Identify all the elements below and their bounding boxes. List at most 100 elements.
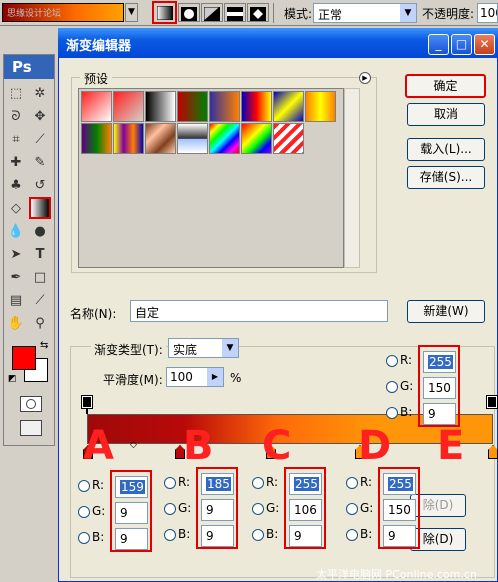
screen-mode-icon[interactable]: [20, 420, 42, 436]
angle-gradient-button[interactable]: [201, 3, 223, 22]
preset-swatch-yellow-violet-orange-blue[interactable]: [113, 123, 144, 154]
rgb-input-g-b[interactable]: 9: [201, 499, 234, 521]
gradient-tool-icon[interactable]: [29, 197, 51, 219]
rgb-input-r-b[interactable]: 185: [201, 473, 234, 495]
rgb-input-g-c[interactable]: 106: [289, 499, 322, 521]
eraser-tool-icon[interactable]: ◇: [5, 197, 27, 219]
healing-brush-tool-icon[interactable]: ✚: [5, 151, 27, 173]
radio-b-b[interactable]: [164, 529, 176, 541]
history-brush-tool-icon[interactable]: ↺: [29, 174, 51, 196]
radio-g-c[interactable]: [252, 503, 264, 515]
opacity-stop-marker-end[interactable]: [486, 395, 498, 409]
radio-r-d[interactable]: [346, 477, 358, 489]
radio-g-a[interactable]: [78, 506, 90, 518]
rgb-input-b-a[interactable]: 9: [115, 528, 148, 550]
chevron-down-icon: ▼: [128, 7, 135, 17]
preset-swatch-black-white[interactable]: [145, 91, 176, 122]
preset-swatch-violet-orange[interactable]: [209, 91, 240, 122]
rgb-input-b-e[interactable]: 9: [423, 403, 456, 425]
rgb-input-b-d[interactable]: 9: [383, 525, 416, 547]
default-colors-icon[interactable]: ◩: [8, 374, 17, 384]
shape-tool-icon[interactable]: □: [29, 266, 51, 288]
swap-colors-icon[interactable]: ⇆: [40, 340, 48, 351]
preset-swatch-transparent-stripes[interactable]: [273, 123, 304, 154]
mode-select[interactable]: 正常 ▼: [313, 3, 417, 23]
radio-b-d[interactable]: [346, 529, 358, 541]
hand-tool-icon[interactable]: ✋: [5, 312, 27, 334]
reflected-gradient-button[interactable]: [224, 3, 246, 22]
rgb-input-g-d[interactable]: 150: [383, 499, 416, 521]
type-tool-icon[interactable]: T: [29, 243, 51, 265]
eyedropper-tool-icon[interactable]: ⟋: [29, 128, 51, 150]
midpoint-diamond-icon[interactable]: ◇: [130, 440, 137, 450]
smoothness-input[interactable]: 100 ▶: [166, 367, 224, 387]
rgb-input-r-d[interactable]: 255: [383, 473, 416, 495]
rgb-input-g-a[interactable]: 9: [115, 502, 148, 524]
path-selection-tool-icon[interactable]: ➤: [5, 243, 27, 265]
radio-r-e[interactable]: [386, 355, 398, 367]
rgb-input-r-c[interactable]: 255: [289, 473, 322, 495]
gradient-preview-picker[interactable]: 思缘设计论坛: [2, 3, 124, 22]
magic-wand-tool-icon[interactable]: ✲: [29, 82, 51, 104]
stamp-tool-icon[interactable]: ♣: [5, 174, 27, 196]
pen-tool-icon[interactable]: ✒: [5, 266, 27, 288]
presets-menu-icon[interactable]: ▶: [359, 72, 371, 84]
load-button[interactable]: 载入(L)...: [407, 138, 485, 161]
preset-swatch-chrome[interactable]: [177, 123, 208, 154]
maximize-icon[interactable]: □: [451, 34, 472, 55]
preset-swatch-orange-yellow-orange[interactable]: [305, 91, 336, 122]
close-icon[interactable]: ✕: [474, 34, 495, 55]
radial-gradient-icon: [181, 7, 197, 21]
opacity-stop-marker[interactable]: [81, 395, 93, 409]
gradient-type-select[interactable]: 实底 ▼: [168, 338, 239, 358]
preset-swatch-spectrum[interactable]: [209, 123, 240, 154]
radial-gradient-button[interactable]: [178, 3, 200, 22]
cancel-button[interactable]: 取消: [407, 103, 485, 126]
radio-r-b[interactable]: [164, 477, 176, 489]
preset-swatch-blue-yellow-blue[interactable]: [273, 91, 304, 122]
ok-button[interactable]: 确定: [405, 74, 486, 98]
radio-b-e[interactable]: [386, 407, 398, 419]
linear-gradient-icon: [156, 6, 173, 20]
preset-swatch-transparent-rainbow[interactable]: [241, 123, 272, 154]
crop-tool-icon[interactable]: ⌗: [5, 128, 27, 150]
blur-tool-icon[interactable]: 💧: [5, 220, 27, 242]
name-input[interactable]: 自定: [130, 300, 388, 322]
marquee-tool-icon[interactable]: ⬚: [5, 82, 27, 104]
radio-g-d[interactable]: [346, 503, 358, 515]
save-button[interactable]: 存储(S)...: [407, 166, 485, 189]
radio-r-a[interactable]: [78, 480, 90, 492]
rgb-input-g-e[interactable]: 150: [423, 377, 456, 399]
radio-g-e[interactable]: [386, 381, 398, 393]
preset-swatch-red-green[interactable]: [177, 91, 208, 122]
quick-mask-icon[interactable]: [20, 396, 42, 412]
lasso-tool-icon[interactable]: ᘐ: [5, 105, 27, 127]
diamond-gradient-button[interactable]: [247, 3, 269, 22]
opacity-field[interactable]: 100: [477, 3, 498, 23]
preset-swatch-fg-to-transparent[interactable]: [113, 91, 144, 122]
preset-swatch-fg-to-bg[interactable]: [81, 91, 112, 122]
preset-swatch-violet-green-orange[interactable]: [81, 123, 112, 154]
preset-swatch-copper[interactable]: [145, 123, 176, 154]
rgb-input-b-b[interactable]: 9: [201, 525, 234, 547]
dodge-tool-icon[interactable]: ●: [29, 220, 51, 242]
linear-gradient-button[interactable]: [152, 1, 177, 24]
radio-b-a[interactable]: [78, 532, 90, 544]
radio-r-c[interactable]: [252, 477, 264, 489]
minimize-icon[interactable]: _: [428, 34, 449, 55]
brush-tool-icon[interactable]: ✎: [29, 151, 51, 173]
notes-tool-icon[interactable]: ▤: [5, 289, 27, 311]
foreground-color-swatch-front[interactable]: [12, 346, 36, 370]
presets-scrollbar[interactable]: [344, 88, 360, 268]
rgb-input-b-c[interactable]: 9: [289, 525, 322, 547]
eyedropper-2-tool-icon[interactable]: ⟋: [29, 289, 51, 311]
gradient-picker-dropdown[interactable]: ▼: [125, 3, 138, 22]
rgb-input-r-e[interactable]: 255: [423, 351, 456, 373]
radio-g-b[interactable]: [164, 503, 176, 515]
preset-swatch-blue-red-yellow[interactable]: [241, 91, 272, 122]
radio-b-c[interactable]: [252, 529, 264, 541]
new-button[interactable]: 新建(W): [407, 300, 485, 323]
zoom-tool-icon[interactable]: ⚲: [29, 312, 51, 334]
rgb-input-r-a[interactable]: 159: [115, 476, 148, 498]
move-tool-icon[interactable]: ✥: [29, 105, 51, 127]
